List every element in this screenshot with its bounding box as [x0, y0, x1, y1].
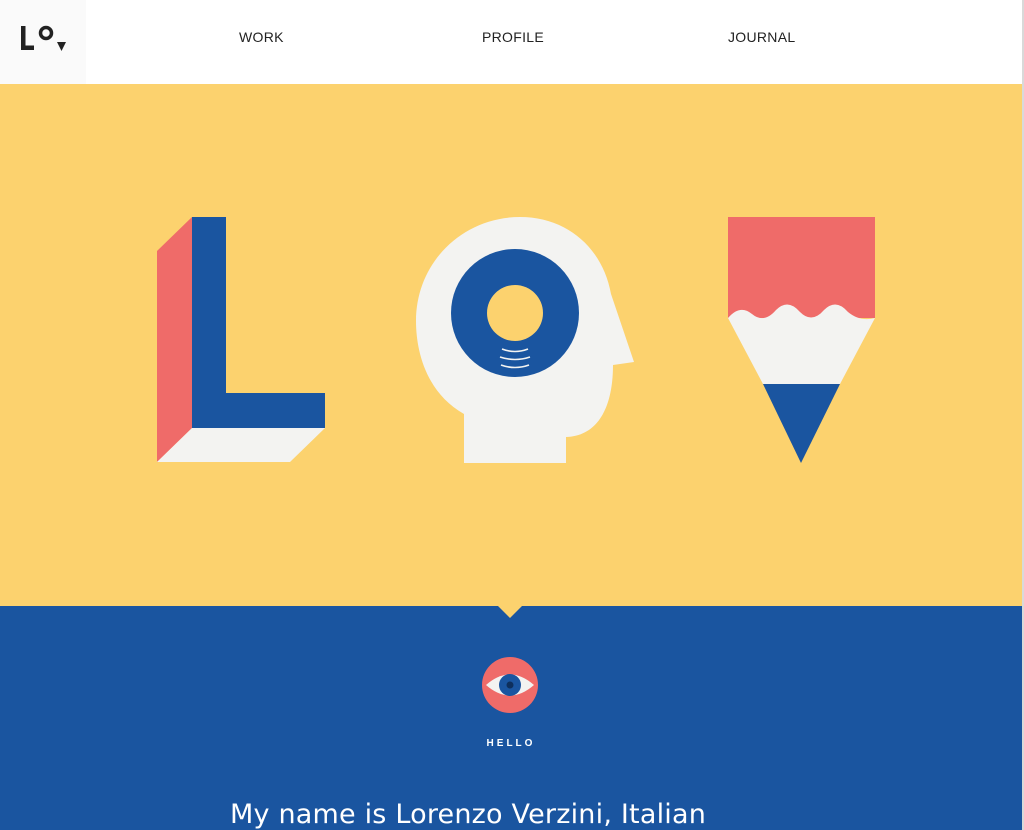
nav-link-work[interactable]: WORK — [239, 29, 284, 45]
logo-icon[interactable] — [20, 24, 70, 58]
site-header: WORK PROFILE JOURNAL — [0, 0, 1022, 84]
pencil-icon — [728, 217, 875, 463]
letter-l-3d-icon — [157, 217, 325, 462]
eye-icon — [482, 657, 538, 713]
intro-section: HELLO My name is Lorenzo Verzini, Italia… — [0, 606, 1022, 830]
hero-illustration — [157, 217, 875, 463]
section-label: HELLO — [486, 738, 536, 749]
section-pointer — [498, 606, 522, 618]
intro-heading: My name is Lorenzo Verzini, Italian — [230, 799, 707, 830]
logo-tile[interactable] — [0, 0, 86, 84]
nav-link-journal[interactable]: JOURNAL — [728, 29, 795, 45]
nav-link-profile[interactable]: PROFILE — [482, 29, 544, 45]
head-with-eye-icon — [416, 217, 634, 463]
hero-banner — [0, 84, 1022, 606]
